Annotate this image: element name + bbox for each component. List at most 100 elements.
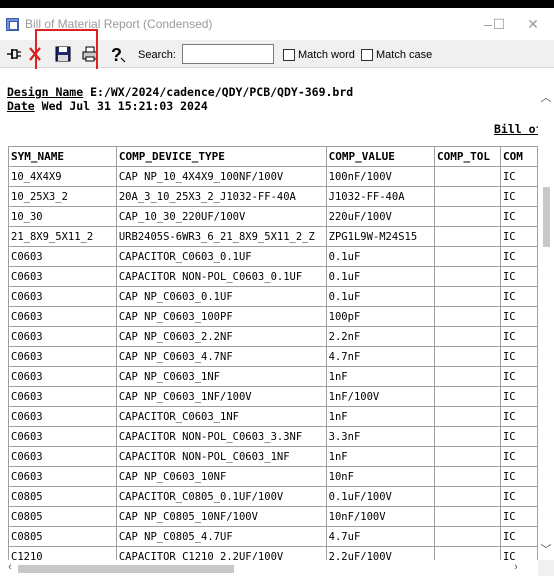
table-cell: [433, 286, 501, 307]
table-cell: [433, 466, 501, 487]
table-row: C0603 CAPACITOR_C0603_0.1UF 0.1uF IC: [8, 246, 538, 267]
table-cell: IC: [499, 546, 538, 560]
table-cell: [433, 266, 501, 287]
scroll-down-icon[interactable]: ﹀: [538, 541, 554, 557]
table-cell: [433, 206, 501, 227]
table-cell: CAPACITOR_C1210_2.2UF/100V: [115, 546, 327, 560]
table-cell: 10_4X4X9: [8, 166, 117, 187]
table-cell: 4.7nF: [325, 346, 435, 367]
table-cell: 1nF: [325, 446, 435, 467]
print-icon[interactable]: [80, 44, 100, 64]
table-cell: IC: [499, 226, 538, 247]
table-cell: CAPACITOR_C0603_1NF: [115, 406, 327, 427]
table-cell: IC: [499, 466, 538, 487]
table-cell: C0805: [8, 526, 117, 547]
table-cell: C0603: [8, 266, 117, 287]
table-cell: CAP NP_C0603_4.7NF: [115, 346, 327, 367]
table-cell: [433, 366, 501, 387]
table-cell: C0603: [8, 386, 117, 407]
help-icon[interactable]: ?: [107, 44, 127, 64]
vertical-scroll-thumb[interactable]: [543, 187, 550, 247]
table-cell: CAP NP_C0805_10NF/100V: [115, 506, 327, 527]
table-cell: [433, 386, 501, 407]
save-icon[interactable]: [53, 44, 73, 64]
bom-table: SYM_NAME COMP_DEVICE_TYPE COMP_VALUE COM…: [8, 146, 538, 560]
table-cell: CAP NP_C0603_0.1UF: [115, 286, 327, 307]
horizontal-scroll-thumb[interactable]: [18, 565, 234, 573]
table-row: C0603 CAP NP_C0603_2.2NF 2.2nF IC: [8, 326, 538, 347]
table-cell: C0603: [8, 306, 117, 327]
table-row: C0603 CAPACITOR NON-POL_C0603_1NF 1nF IC: [8, 446, 538, 467]
table-cell: 4.7uF: [325, 526, 435, 547]
app-icon: [6, 18, 19, 31]
col-header: COMP_DEVICE_TYPE: [115, 146, 327, 167]
table-cell: 3.3nF: [325, 426, 435, 447]
close-icon[interactable]: [25, 44, 45, 64]
table-cell: CAP NP_C0603_1NF/100V: [115, 386, 327, 407]
table-row: C0603 CAP NP_C0603_0.1UF 0.1uF IC: [8, 286, 538, 307]
table-cell: C0603: [8, 246, 117, 267]
bom-report-window: Bill of Material Report (Condensed) – ☐ …: [0, 8, 554, 576]
table-cell: C0603: [8, 346, 117, 367]
table-header-row: SYM_NAME COMP_DEVICE_TYPE COMP_VALUE COM…: [8, 146, 538, 167]
table-cell: CAPACITOR_C0805_0.1UF/100V: [115, 486, 327, 507]
col-header: COMP_TOL: [433, 146, 501, 167]
table-cell: CAPACITOR NON-POL_C0603_0.1UF: [115, 266, 327, 287]
table-row: 10_4X4X9 CAP NP_10_4X4X9_100NF/100V 100nF/…: [8, 166, 538, 187]
table-cell: [433, 326, 501, 347]
table-row: C0603 CAP NP_C0603_1NF 1nF IC: [8, 366, 538, 387]
vertical-scrollbar[interactable]: ︿ ﹀: [538, 69, 554, 560]
table-cell: CAPACITOR NON-POL_C0603_1NF: [115, 446, 327, 467]
table-cell: [433, 526, 501, 547]
table-cell: IC: [499, 286, 538, 307]
table-cell: 10_25X3_2: [8, 186, 117, 207]
table-cell: CAP NP_C0603_1NF: [115, 366, 327, 387]
table-cell: C1210: [8, 546, 117, 560]
table-cell: IC: [499, 206, 538, 227]
col-header: COMP_VALUE: [325, 146, 435, 167]
search-label: Search:: [138, 49, 176, 61]
table-cell: 0.1uF: [325, 246, 435, 267]
table-cell: IC: [499, 486, 538, 507]
close-window-button[interactable]: ✕: [523, 16, 543, 32]
table-cell: CAP NP_10_4X4X9_100NF/100V: [115, 166, 327, 187]
table-cell: 220uF/100V: [325, 206, 435, 227]
maximize-button[interactable]: ☐: [489, 16, 509, 32]
table-row: C0805 CAP NP_C0805_4.7UF 4.7uF IC: [8, 526, 538, 547]
table-cell: IC: [499, 166, 538, 187]
table-cell: CAP NP_C0603_2.2NF: [115, 326, 327, 347]
search-input[interactable]: [182, 44, 274, 64]
table-row: C0603 CAP NP_C0603_4.7NF 4.7nF IC: [8, 346, 538, 367]
table-cell: [433, 486, 501, 507]
table-cell: IC: [499, 506, 538, 527]
table-cell: [433, 406, 501, 427]
table-row: 10_30 CAP_10_30_220UF/100V 220uF/100V IC: [8, 206, 538, 227]
match-case-checkbox[interactable]: [361, 49, 373, 61]
table-cell: [433, 246, 501, 267]
table-cell: 100nF/100V: [325, 166, 435, 187]
table-cell: CAP NP_C0805_4.7UF: [115, 526, 327, 547]
scroll-right-icon[interactable]: ›: [508, 561, 524, 573]
title-bar[interactable]: Bill of Material Report (Condensed) – ☐ …: [0, 8, 554, 40]
table-cell: IC: [499, 346, 538, 367]
table-cell: IC: [499, 186, 538, 207]
table-row: C0603 CAP NP_C0603_10NF 10nF IC: [8, 466, 538, 487]
table-cell: C0603: [8, 466, 117, 487]
table-cell: [433, 306, 501, 327]
table-cell: IC: [499, 306, 538, 327]
horizontal-scrollbar[interactable]: ‹ ›: [0, 560, 538, 576]
scroll-up-icon[interactable]: ︿: [538, 89, 554, 105]
table-cell: 21_8X9_5X11_2: [8, 226, 117, 247]
table-cell: 1nF: [325, 366, 435, 387]
pin-icon[interactable]: [4, 44, 24, 64]
table-cell: 0.1uF/100V: [325, 486, 435, 507]
scroll-left-icon[interactable]: ‹: [2, 561, 18, 573]
table-row: C0603 CAPACITOR NON-POL_C0603_3.3NF 3.3nF I…: [8, 426, 538, 447]
table-cell: 0.1uF: [325, 266, 435, 287]
table-cell: CAPACITOR NON-POL_C0603_3.3NF: [115, 426, 327, 447]
table-cell: CAP NP_C0603_10NF: [115, 466, 327, 487]
match-word-checkbox[interactable]: [283, 49, 295, 61]
table-cell: 1nF: [325, 406, 435, 427]
table-cell: ZPG1L9W-M24S15: [325, 226, 435, 247]
design-name-value: E:/WX/2024/cadence/QDY/PCB/QDY-369.brd: [90, 85, 354, 99]
